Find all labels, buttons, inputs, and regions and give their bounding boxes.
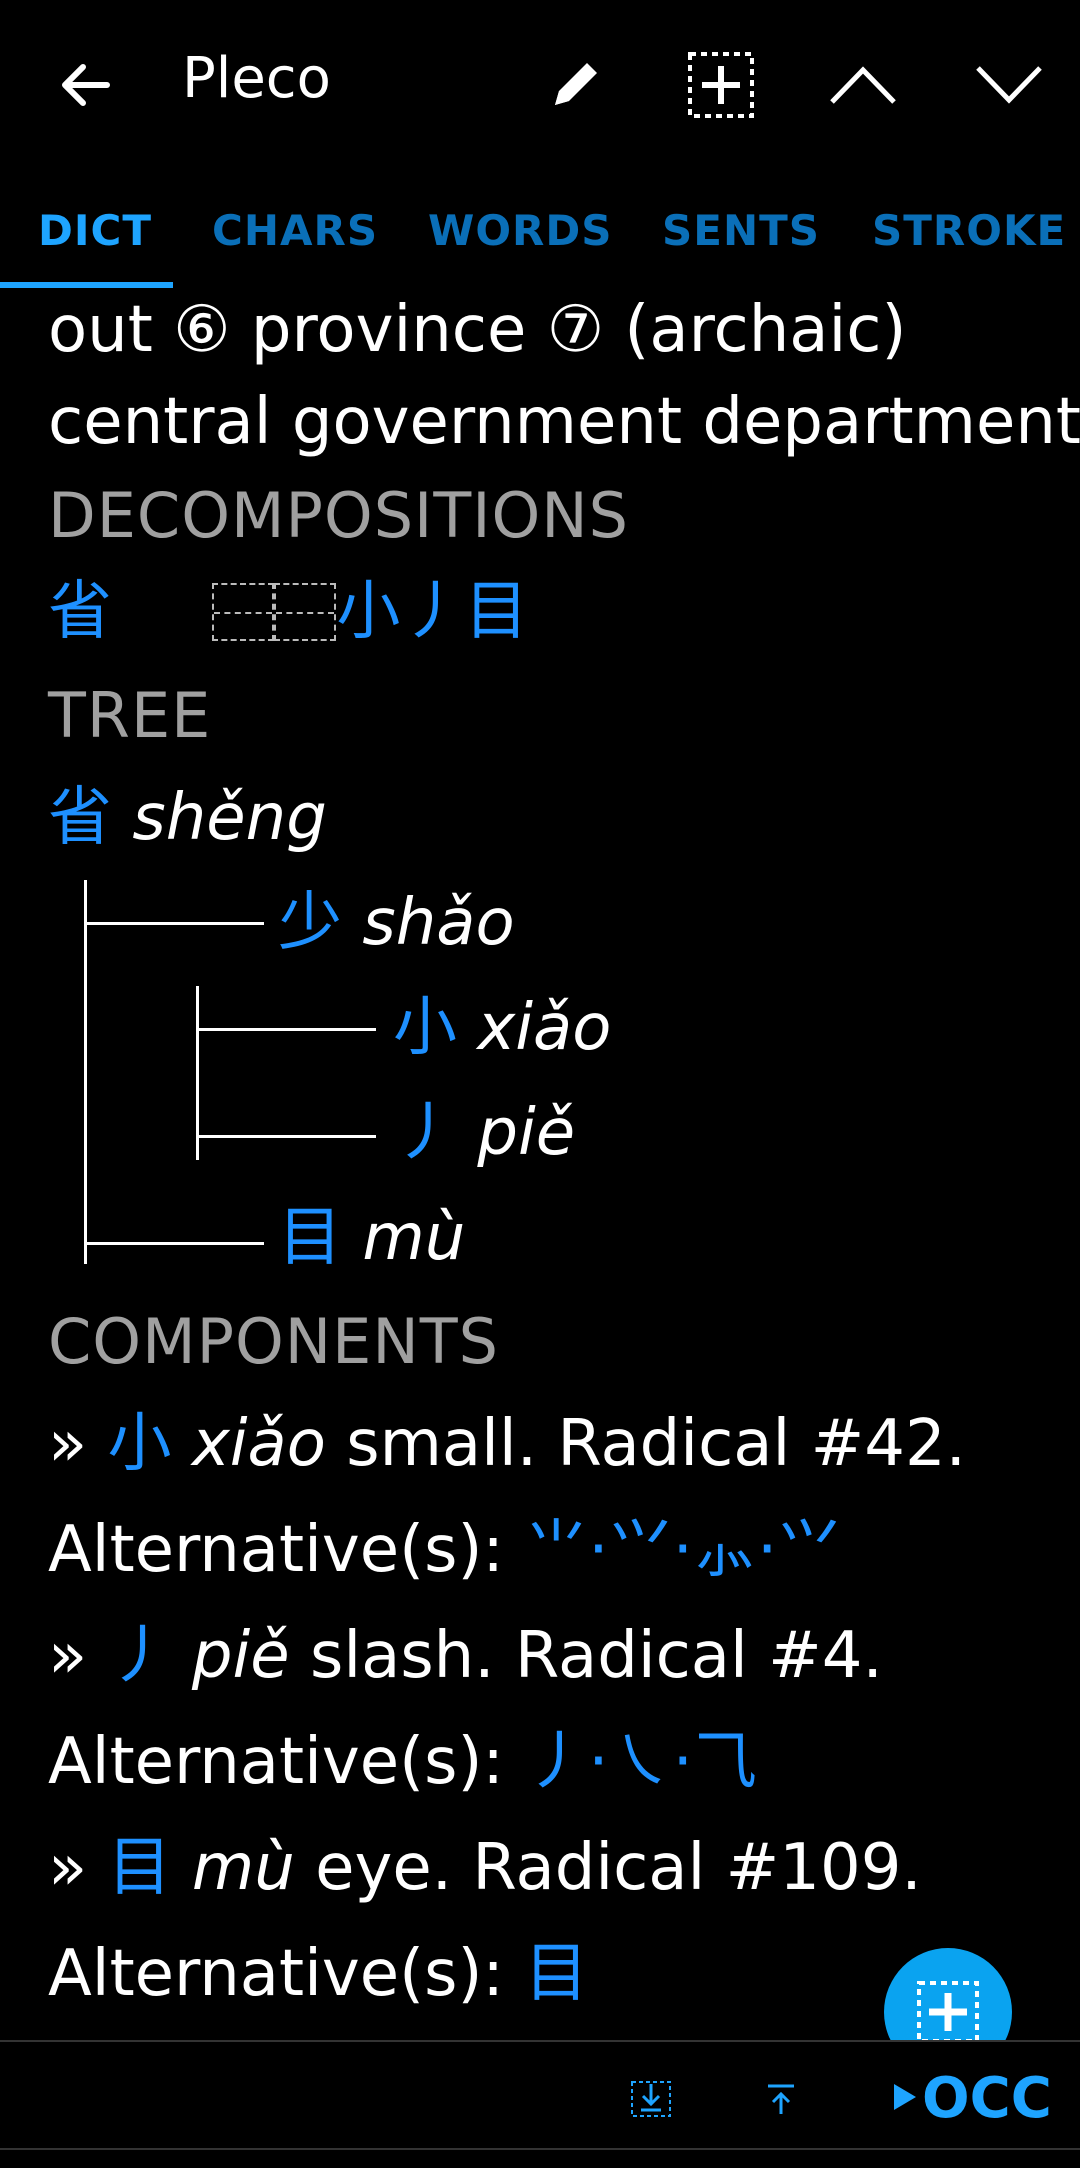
tree-char[interactable]: 小 (393, 991, 457, 1065)
tab-chars[interactable]: CHARS (212, 206, 378, 255)
play-triangle-icon (892, 2082, 922, 2112)
tree-connector (196, 1135, 376, 1138)
tree-connector (196, 986, 199, 1160)
bullet: » (48, 1619, 88, 1693)
tab-bar: DICT CHARS WORDS SENTS STROKE (0, 170, 1080, 288)
placeholder-box-icon (212, 583, 275, 641)
toolbar: Pleco (0, 0, 1080, 170)
tree-node: 目 mù (278, 1198, 465, 1278)
scroll-to-bottom-icon[interactable] (626, 2074, 676, 2124)
component-pinyin: piě (191, 1619, 290, 1693)
tree-connector (196, 1028, 376, 1031)
component-row: » 小 xiǎo small. Radical #42. (48, 1404, 966, 1484)
alternatives-label: Alternative(s): (48, 1725, 504, 1799)
bullet: » (48, 1407, 88, 1481)
component-alternatives: Alternative(s): 目 (48, 1934, 588, 2014)
component-gloss: slash. Radical #4. (309, 1619, 883, 1693)
tree-root: 省 shěng (48, 778, 327, 858)
tree-char[interactable]: 省 (48, 781, 112, 855)
add-flashcard-icon (917, 1981, 979, 2043)
alternatives-label: Alternative(s): (48, 1513, 504, 1587)
chevron-down-icon[interactable] (964, 40, 1054, 130)
definition-line: central government department (48, 385, 1080, 459)
add-flashcard-icon[interactable] (676, 40, 766, 130)
tree-node: 小 xiǎo (393, 988, 611, 1068)
tab-words[interactable]: WORDS (428, 206, 612, 255)
section-header-decompositions: DECOMPOSITIONS (48, 479, 630, 552)
component-char[interactable]: 丿 (108, 1619, 172, 1693)
tab-dict[interactable]: DICT (38, 206, 152, 255)
component-char[interactable]: 小 (108, 1407, 172, 1481)
component-alternatives: Alternative(s): ⺌·⺍·⺗·⺍ (48, 1510, 841, 1590)
tree-connector (84, 880, 87, 1264)
occ-button[interactable]: OCC (922, 2066, 1052, 2131)
alternatives-label: Alternative(s): (48, 1937, 504, 2011)
section-header-components: COMPONENTS (48, 1305, 499, 1378)
component-char[interactable]: 目 (108, 1831, 172, 1905)
decomposition-row: 省 小丿目 (48, 572, 528, 652)
back-arrow-icon[interactable] (40, 40, 130, 130)
scroll-to-top-icon[interactable] (756, 2074, 806, 2124)
pencil-icon[interactable] (530, 40, 620, 130)
alternatives-chars[interactable]: 目 (524, 1937, 588, 2011)
tree-node: 少 shǎo (278, 883, 515, 963)
tree-pinyin: mù (362, 1201, 466, 1275)
tree-node: 丿 piě (393, 1093, 575, 1173)
chevron-up-icon[interactable] (818, 40, 908, 130)
active-tab-indicator (0, 282, 173, 288)
tab-sents[interactable]: SENTS (662, 206, 820, 255)
section-header-tree: TREE (48, 679, 212, 752)
tree-char[interactable]: 少 (278, 886, 342, 960)
tree-pinyin: piě (477, 1096, 576, 1170)
tree-pinyin: xiǎo (477, 991, 612, 1065)
decomposition-char[interactable]: 省 (48, 575, 112, 649)
placeholder-box-icon (274, 583, 337, 641)
component-pinyin: mù (191, 1831, 295, 1905)
tab-stroke[interactable]: STROKE (872, 206, 1066, 255)
component-gloss: small. Radical #42. (346, 1407, 966, 1481)
divider (0, 2148, 1080, 2150)
decomposition-parts[interactable]: 小丿目 (336, 575, 528, 649)
component-pinyin: xiǎo (191, 1407, 326, 1481)
alternatives-chars[interactable]: ⺌·⺍·⺗·⺍ (524, 1513, 841, 1587)
component-row: » 丿 piě slash. Radical #4. (48, 1616, 883, 1696)
alternatives-chars[interactable]: 丿·㇏·⺄ (524, 1725, 757, 1799)
tree-connector (84, 922, 264, 925)
component-row: » 目 mù eye. Radical #109. (48, 1828, 922, 1908)
tree-char[interactable]: 丿 (393, 1096, 457, 1170)
tree-pinyin: shěng (132, 781, 327, 855)
component-gloss: eye. Radical #109. (315, 1831, 922, 1905)
tree-char[interactable]: 目 (278, 1201, 342, 1275)
component-alternatives: Alternative(s): 丿·㇏·⺄ (48, 1722, 757, 1802)
tree-pinyin: shǎo (362, 886, 515, 960)
app-title: Pleco (182, 46, 331, 111)
tree-connector (84, 1242, 264, 1245)
definition-line: out ⑥ province ⑦ (archaic) (48, 293, 907, 367)
bullet: » (48, 1831, 88, 1905)
